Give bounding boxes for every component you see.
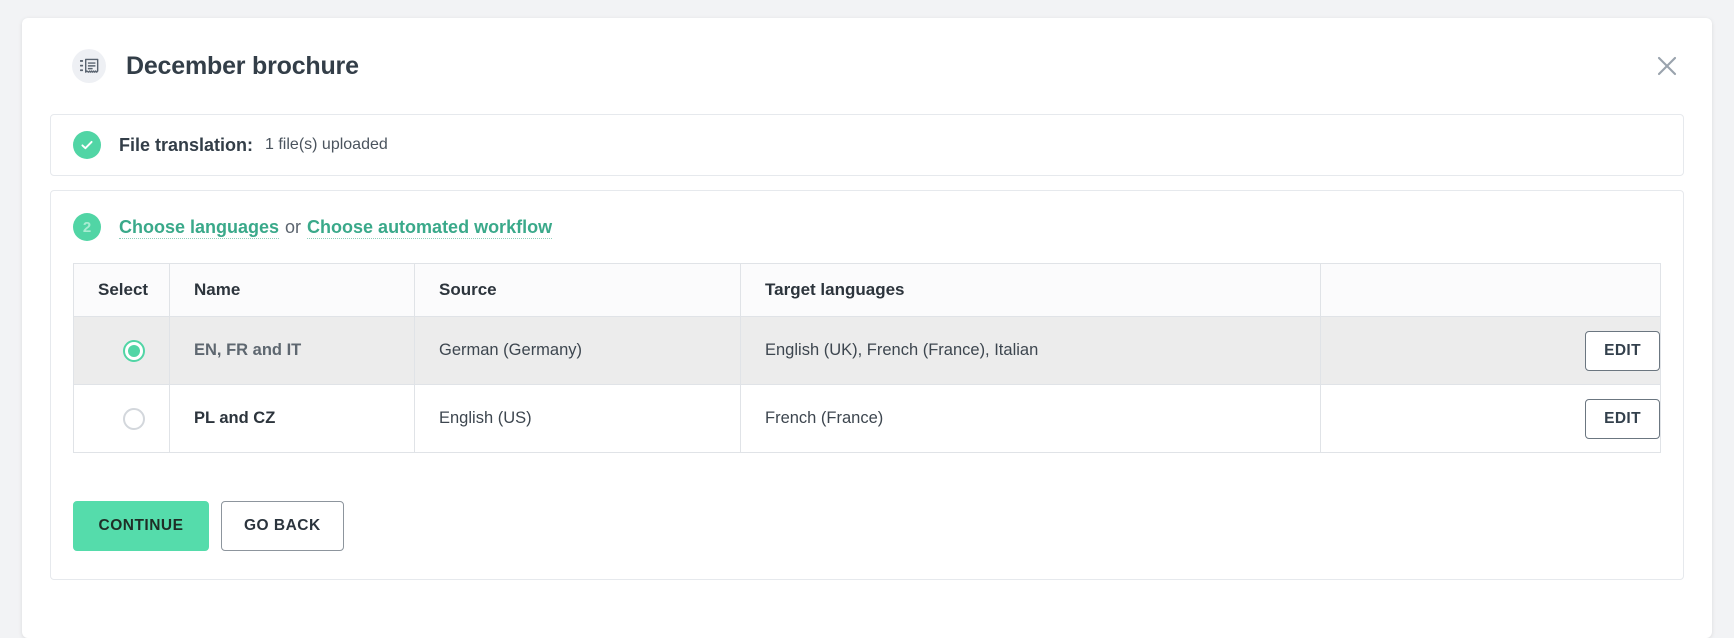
radio-button-selected[interactable] — [122, 339, 145, 362]
column-header-select: Select — [73, 263, 170, 317]
row-name: EN, FR and IT — [169, 316, 415, 385]
row-name: PL and CZ — [169, 384, 415, 453]
choose-languages-link[interactable]: Choose languages — [119, 216, 280, 239]
step1-value: 1 file(s) uploaded — [265, 136, 388, 153]
dialog-header: December brochure — [22, 18, 1712, 114]
row-target-languages: French (France) — [740, 384, 1321, 453]
step2-header: 2 Choose languages or Choose automated wor… — [73, 213, 1661, 241]
step2-conjunction: or — [285, 216, 302, 237]
row-action-cell: EDIT — [1321, 385, 1661, 453]
column-header-target-languages: Target languages — [740, 263, 1321, 317]
table-row[interactable]: PL and CZ English (US) French (France) E… — [73, 384, 1661, 453]
radio-button-unselected[interactable] — [122, 407, 145, 430]
continue-button[interactable]: CONTINUE — [73, 501, 209, 551]
row-action-cell: EDIT — [1320, 316, 1661, 385]
language-sets-table: Select Name Source Target languages EN, … — [73, 263, 1661, 453]
column-header-name: Name — [169, 263, 415, 317]
table-header-row: Select Name Source Target languages — [73, 263, 1661, 317]
step2-link-group: Choose languages or Choose automated workf… — [119, 216, 553, 239]
dialog-footer-actions: CONTINUE GO BACK — [73, 501, 1661, 551]
dialog-december-brochure: December brochure File translation: 1 fi… — [22, 18, 1712, 638]
page-root: December brochure File translation: 1 fi… — [0, 0, 1734, 638]
step1-label: File translation: — [119, 134, 254, 155]
choose-automated-workflow-link[interactable]: Choose automated workflow — [307, 216, 553, 239]
close-icon[interactable] — [1650, 49, 1684, 83]
row-select-cell — [73, 316, 170, 385]
row-source: German (Germany) — [414, 316, 741, 385]
document-lines-icon — [72, 49, 106, 83]
edit-button[interactable]: EDIT — [1585, 330, 1660, 371]
table-row[interactable]: EN, FR and IT German (Germany) English (… — [73, 316, 1661, 385]
step-file-translation: File translation: 1 file(s) uploaded — [50, 114, 1684, 176]
column-header-actions — [1320, 263, 1661, 317]
edit-button[interactable]: EDIT — [1585, 398, 1660, 439]
check-icon — [73, 131, 101, 159]
row-source: English (US) — [414, 384, 741, 453]
go-back-button[interactable]: GO BACK — [221, 501, 344, 551]
dialog-body: File translation: 1 file(s) uploaded 2 C… — [22, 114, 1712, 580]
step-choose-languages: 2 Choose languages or Choose automated wor… — [50, 190, 1684, 580]
table-header: Select Name Source Target languages — [73, 263, 1661, 317]
row-target-languages: English (UK), French (France), Italian — [740, 316, 1321, 385]
page-title: December brochure — [126, 51, 359, 80]
table-body: EN, FR and IT German (Germany) English (… — [73, 316, 1661, 453]
row-select-cell — [73, 384, 170, 453]
column-header-source: Source — [414, 263, 741, 317]
step-number-badge: 2 — [73, 213, 101, 241]
